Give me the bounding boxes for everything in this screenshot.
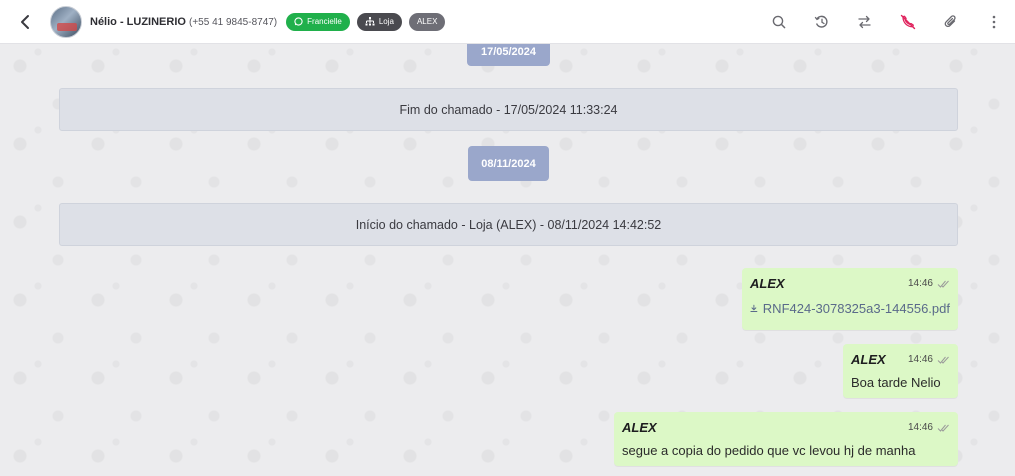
whatsapp-icon: [294, 17, 303, 26]
ticket-start-notice: Início do chamado - Loja (ALEX) - 08/11/…: [59, 203, 958, 246]
end-call-icon: [900, 14, 915, 30]
message-text: segue a copia do pedido que vc levou hj …: [622, 443, 916, 458]
attachment-icon: [944, 15, 956, 28]
end-call-button[interactable]: [886, 0, 929, 44]
chat-area[interactable]: 17/05/2024 Fim do chamado - 17/05/2024 1…: [0, 44, 1015, 476]
agent-tag[interactable]: Francielle: [286, 12, 350, 31]
transfer-button[interactable]: [843, 0, 886, 44]
double-check-icon: [937, 424, 949, 432]
contact-phone: (+55 41 9845-8747): [189, 16, 278, 28]
double-check-icon: [937, 280, 949, 288]
transfer-icon: [858, 15, 871, 29]
message-sender: ALEX: [622, 420, 657, 435]
history-button[interactable]: [800, 0, 843, 44]
download-icon: [750, 304, 758, 312]
chat-header: Nélio - LUZINERIO (+55 41 9845-8747) Fra…: [0, 0, 1015, 44]
agent-tag-label: Francielle: [307, 17, 342, 26]
header-actions: [757, 0, 1015, 44]
message-sender: ALEX: [750, 276, 785, 291]
user-tag-label: ALEX: [416, 17, 438, 26]
search-button[interactable]: [757, 0, 800, 44]
contact-info[interactable]: Nélio - LUZINERIO (+55 41 9845-8747): [90, 16, 277, 28]
message-bubble[interactable]: ALEX 14:46 Boa tarde Nelio: [843, 344, 958, 398]
message-time: 14:46: [907, 422, 933, 433]
date-separator-previous: 17/05/2024: [467, 44, 550, 66]
message-text: Boa tarde Nelio: [851, 375, 941, 390]
user-tag[interactable]: ALEX: [408, 12, 446, 31]
file-name: RNF424-3078325a3-144556.pdf: [762, 301, 950, 316]
message-sender: ALEX: [851, 352, 886, 367]
more-icon: [992, 15, 995, 29]
store-tag-label: Loja: [378, 17, 394, 26]
message-bubble[interactable]: ALEX 14:46 segue a copia do pedido que v…: [614, 412, 958, 466]
contact-name: Nélio - LUZINERIO: [90, 15, 186, 28]
history-icon: [814, 15, 828, 28]
message-bubble[interactable]: ALEX 14:46 RNF424-3078325a3-144556.pdf: [742, 268, 958, 330]
search-icon: [772, 15, 785, 29]
double-check-icon: [937, 356, 949, 364]
more-button[interactable]: [972, 0, 1015, 44]
back-button[interactable]: [14, 11, 36, 33]
date-separator: 08/11/2024: [468, 146, 549, 181]
message-time: 14:46: [907, 354, 933, 365]
message-time: 14:46: [907, 278, 933, 289]
file-download-link[interactable]: RNF424-3078325a3-144556.pdf: [750, 301, 950, 316]
store-tag[interactable]: Loja: [356, 12, 402, 31]
avatar[interactable]: [50, 5, 82, 38]
back-icon: [21, 14, 29, 29]
attachment-button[interactable]: [929, 0, 972, 44]
ticket-end-notice: Fim do chamado - 17/05/2024 11:33:24: [59, 88, 958, 131]
sitemap-icon: [365, 17, 375, 26]
